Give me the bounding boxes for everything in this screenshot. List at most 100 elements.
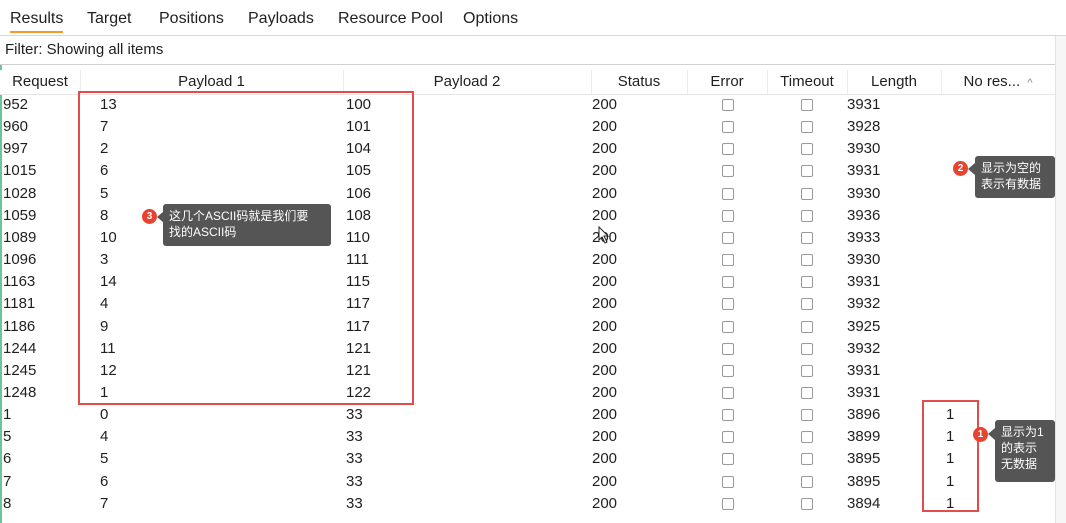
- cell-status: 200: [592, 162, 618, 180]
- cell-status: 200: [592, 339, 618, 357]
- cell-payload-1: 7: [100, 494, 109, 512]
- annotation-pointer-1: [988, 428, 995, 440]
- cell-request: 1089: [3, 228, 37, 246]
- cell-payload-2: 33: [346, 450, 363, 468]
- cell-request: 1163: [3, 273, 36, 291]
- cell-request: 1: [3, 406, 12, 424]
- cell-length: 3936: [847, 206, 881, 224]
- checkbox-error: [722, 254, 734, 267]
- tab-results[interactable]: Results: [10, 7, 64, 33]
- checkbox-timeout: [801, 364, 813, 377]
- cell-payload-1: 5: [100, 450, 109, 468]
- column-header-length[interactable]: Length: [847, 70, 942, 94]
- cell-payload-1: 0: [100, 406, 109, 424]
- column-header-no-results[interactable]: No res... ^: [941, 70, 1055, 94]
- tab-options[interactable]: Options: [463, 7, 518, 31]
- annotation-note-3-line-2: 找的ASCII码: [169, 225, 237, 239]
- checkbox-timeout: [801, 209, 813, 222]
- checkbox-timeout: [801, 453, 813, 466]
- cell-length: 3894: [847, 494, 881, 512]
- checkbox-timeout: [801, 231, 813, 244]
- cell-payload-2: 33: [346, 406, 363, 424]
- annotation-note-2: 显示为空的 表示有数据: [975, 156, 1055, 198]
- cell-length: 3895: [847, 472, 881, 490]
- table-row[interactable]: 8 7 33 200 3894 1: [0, 493, 1055, 515]
- cell-length: 3932: [847, 339, 881, 357]
- checkbox-error: [722, 143, 734, 156]
- column-header-timeout[interactable]: Timeout: [767, 70, 848, 94]
- cell-length: 3933: [847, 228, 881, 246]
- checkbox-timeout: [801, 143, 813, 156]
- tab-payloads[interactable]: Payloads: [248, 7, 314, 31]
- table-row[interactable]: 6 5 33 200 3895 1: [0, 448, 1055, 470]
- checkbox-timeout: [801, 475, 813, 488]
- cell-length: 3895: [847, 450, 881, 468]
- cell-request: 952: [3, 96, 29, 113]
- annotation-note-1: 显示为1 的表示 无数据: [995, 420, 1055, 482]
- checkbox-error: [722, 187, 734, 200]
- cell-request: 1096: [3, 251, 37, 269]
- column-header-status[interactable]: Status: [591, 70, 688, 94]
- cell-length: 3899: [847, 428, 881, 446]
- checkbox-timeout: [801, 254, 813, 267]
- table-row[interactable]: 1 0 33 200 3896 1: [0, 404, 1055, 426]
- cell-request: 1248: [3, 383, 37, 401]
- cell-request: 1028: [3, 184, 37, 202]
- table-row[interactable]: 7 6 33 200 3895 1: [0, 471, 1055, 493]
- checkbox-timeout: [801, 386, 813, 399]
- checkbox-timeout: [801, 298, 813, 311]
- tab-positions[interactable]: Positions: [159, 7, 224, 31]
- cell-request: 1245: [3, 361, 37, 379]
- checkbox-error: [722, 209, 734, 222]
- cell-payload-2: 33: [346, 472, 363, 490]
- cell-status: 200: [592, 428, 618, 446]
- cell-payload-1: 6: [100, 472, 109, 490]
- cell-length: 3925: [847, 317, 881, 335]
- cell-request: 7: [3, 472, 12, 490]
- cell-payload-2: 33: [346, 494, 363, 512]
- column-header-error[interactable]: Error: [687, 70, 768, 94]
- annotation-note-1-line-2: 的表示: [1001, 441, 1038, 455]
- cell-length: 3930: [847, 140, 881, 158]
- cell-status: 200: [592, 494, 618, 512]
- checkbox-error: [722, 497, 734, 510]
- cell-status: 200: [592, 383, 618, 401]
- cell-status: 200: [592, 295, 618, 313]
- annotation-note-2-line-1: 显示为空的: [981, 161, 1042, 175]
- annotation-note-3-line-1: 这几个ASCII码就是我们要: [169, 209, 309, 223]
- checkbox-error: [722, 231, 734, 244]
- table-row[interactable]: 5 4 33 200 3899 1: [0, 426, 1055, 448]
- checkbox-timeout: [801, 99, 813, 111]
- cell-status: 200: [592, 472, 618, 490]
- burp-intruder-results-window: Results Target Positions Payloads Resour…: [0, 0, 1066, 523]
- column-header-request[interactable]: Request: [0, 70, 81, 94]
- checkbox-timeout: [801, 409, 813, 422]
- checkbox-error: [722, 320, 734, 333]
- checkbox-error: [722, 99, 734, 111]
- checkbox-timeout: [801, 276, 813, 289]
- cell-status: 200: [592, 406, 618, 424]
- cell-request: 1059: [3, 206, 37, 224]
- cell-request: 1244: [3, 339, 37, 357]
- cell-status: 200: [592, 184, 618, 202]
- checkbox-error: [722, 453, 734, 466]
- annotation-badge-3: 3: [142, 209, 157, 224]
- annotation-pointer-2: [968, 163, 975, 175]
- cell-status: 200: [592, 140, 618, 158]
- checkbox-error: [722, 121, 734, 134]
- cell-status: 200: [592, 251, 618, 269]
- vertical-scrollbar[interactable]: [1055, 36, 1066, 523]
- checkbox-timeout: [801, 121, 813, 134]
- cell-status: 200: [592, 317, 618, 335]
- checkbox-timeout: [801, 187, 813, 200]
- filter-bar: Filter: Showing all items: [0, 36, 1066, 65]
- filter-label[interactable]: Filter: Showing all items: [5, 41, 163, 59]
- cell-status: 200: [592, 450, 618, 468]
- cell-length: 3930: [847, 251, 881, 269]
- annotation-highlight-no-results-box: [922, 400, 979, 512]
- tab-resource-pool[interactable]: Resource Pool: [338, 7, 443, 31]
- cell-length: 3930: [847, 184, 881, 202]
- checkbox-timeout: [801, 320, 813, 333]
- tab-target[interactable]: Target: [87, 7, 131, 31]
- checkbox-error: [722, 298, 734, 311]
